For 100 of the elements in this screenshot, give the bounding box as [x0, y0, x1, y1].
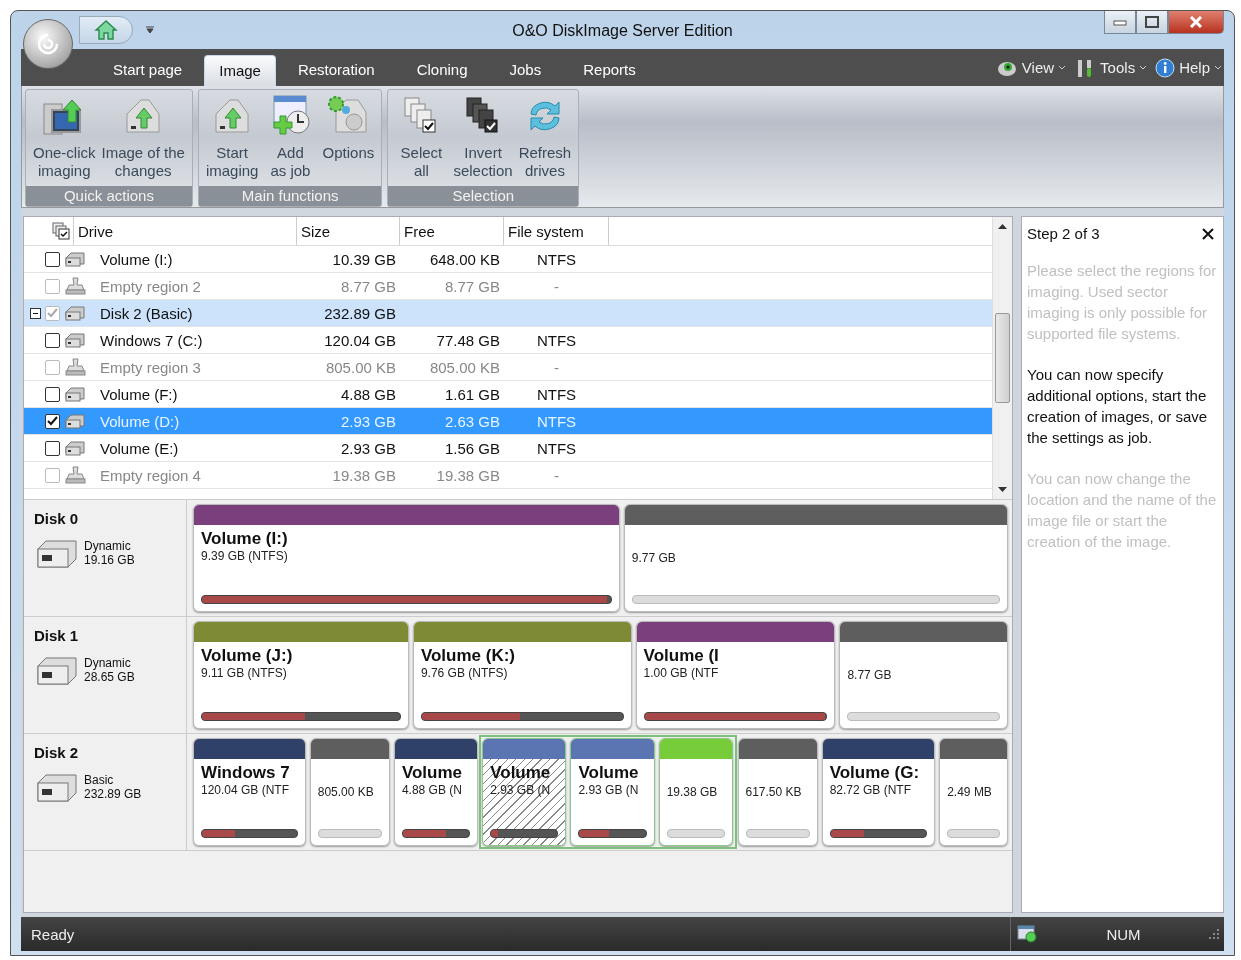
partition-card[interactable]: 617.50 KB [737, 738, 818, 846]
resize-grip-icon[interactable] [1208, 928, 1220, 940]
table-cell-text: NTFS [535, 385, 578, 403]
ribbon-tab[interactable]: Image [204, 55, 276, 86]
ribbon-tab[interactable]: Restoration [277, 55, 395, 85]
close-button[interactable] [1168, 11, 1224, 34]
partition-title: Volume (J:) [201, 646, 294, 666]
usage-bar [947, 829, 1000, 838]
step-title: Step 2 of 3 [1027, 225, 1100, 242]
disk-size: 232.89 GB [84, 787, 142, 801]
partition-title: Volume (G: [829, 763, 921, 783]
ribbon-button[interactable]: Select all [392, 92, 451, 186]
disk-name: Disk 2 [34, 744, 80, 761]
minimize-button[interactable] [1104, 11, 1136, 34]
checkbox[interactable] [45, 251, 60, 267]
ribbon-button[interactable]: Add as job [261, 92, 320, 186]
home-icon[interactable] [94, 19, 118, 41]
guide-text: You can now specify additional options, start the creation of images, or save the settings as job. [1027, 365, 1209, 448]
stamp-icon [64, 277, 86, 295]
ribbon-tab[interactable]: Jobs [489, 55, 562, 85]
ribbon-button[interactable]: Image of the changes [98, 92, 188, 186]
partition-info: 19.38 GB [666, 785, 719, 799]
table-cell-text: NTFS [535, 439, 578, 457]
table-row[interactable]: Volume (E:) 2.93 GB 1.56 GB NTFS [24, 435, 992, 462]
scrollbar-thumb[interactable] [995, 313, 1010, 403]
partition-card[interactable]: 19.38 GB [658, 738, 734, 846]
drive-icon [64, 331, 86, 349]
drive-name: Empty region 2 [100, 277, 202, 295]
ribbon-button[interactable]: Options [319, 92, 378, 186]
partition-card[interactable]: Volume (I 1.00 GB (NTF [635, 621, 836, 729]
table-cell-text: 2.63 GB [443, 412, 501, 430]
column-header[interactable]: Size [297, 217, 400, 245]
table-cell-text: - [553, 358, 560, 376]
select-columns-icon[interactable] [51, 221, 71, 241]
table-row[interactable]: Volume (I:) 10.39 GB 648.00 KB NTFS [24, 246, 992, 273]
drive-name: Empty region 3 [100, 358, 202, 376]
usage-bar [490, 829, 559, 838]
scroll-down-icon[interactable] [998, 487, 1007, 493]
partition-card[interactable]: Volume (I:) 9.39 GB (NTFS) [193, 504, 620, 612]
partition-title: Volume [578, 763, 640, 783]
partition-info: 2.93 GB (N [490, 783, 552, 797]
group-label: Main functions [198, 186, 382, 206]
ribbon-button[interactable]: Refresh drives [515, 92, 575, 186]
ribbon-button[interactable]: Start imaging [202, 92, 262, 186]
checkbox[interactable] [45, 413, 60, 429]
ribbon-tab[interactable]: Cloning [396, 55, 488, 85]
column-header[interactable]: Drive [74, 217, 297, 245]
menu-button[interactable]: View [995, 57, 1067, 78]
partition-card[interactable]: Windows 7 120.04 GB (NTF [193, 738, 306, 846]
ribbon-tab[interactable]: Start page [93, 55, 203, 85]
table-cell-text: 10.39 GB [331, 250, 397, 268]
partition-title: Volume [401, 763, 464, 783]
ribbon-button[interactable]: One-click imaging [30, 92, 99, 186]
table-cell-text: 805.00 KB [324, 358, 397, 376]
partition-card[interactable]: Volume 2.93 GB (N [482, 738, 567, 846]
drive-icon [64, 439, 86, 457]
partition-card[interactable]: Volume (K:) 9.76 GB (NTFS) [412, 621, 632, 729]
partition-card[interactable]: Volume (G: 82.72 GB (NTF [821, 738, 936, 846]
column-header[interactable]: File system [504, 217, 609, 245]
table-cell-text: NTFS [535, 412, 578, 430]
app-menu-orb[interactable] [23, 19, 73, 69]
scroll-up-icon[interactable] [998, 223, 1007, 229]
table-row[interactable]: Windows 7 (C:) 120.04 GB 77.48 GB NTFS [24, 327, 992, 354]
partition-card[interactable]: Volume 2.93 GB (N [570, 738, 655, 846]
checkbox[interactable] [45, 386, 60, 402]
group-label: Selection [388, 186, 579, 206]
partition-card[interactable]: Volume 4.88 GB (N [393, 738, 479, 846]
usage-bar [578, 829, 647, 838]
swirl-icon [35, 31, 61, 57]
partition-card[interactable]: 805.00 KB [309, 738, 390, 846]
table-cell-text: 805.00 KB [428, 358, 501, 376]
caret-icon [1058, 65, 1067, 70]
partition-title: Volume (K:) [420, 646, 516, 666]
scrollbar[interactable] [992, 217, 1012, 499]
partition-title: Volume (I:) [201, 529, 289, 549]
menu-button[interactable]: Help [1155, 57, 1222, 78]
guide-text: You can now change the location and the name of the image file or start the creation of the image. [1027, 469, 1218, 552]
partition-info: 9.77 GB [631, 551, 677, 565]
ribbon-button[interactable]: Invert selection [450, 92, 516, 186]
ribbon-tab[interactable]: Reports [563, 55, 656, 85]
menu-button[interactable]: Tools [1074, 57, 1148, 78]
partition-card[interactable]: 9.77 GB [623, 504, 1008, 612]
drive-name: Volume (D:) [100, 412, 181, 430]
stamp-icon [64, 358, 86, 376]
partition-info: 82.72 GB (NTF [829, 783, 912, 797]
checkbox[interactable] [45, 332, 60, 348]
partition-card[interactable]: 2.49 MB [939, 738, 1008, 846]
partition-card[interactable]: 8.77 GB [839, 621, 1009, 729]
checkbox[interactable] [45, 440, 60, 456]
drive-name: Volume (E:) [100, 439, 180, 457]
drive-icon [64, 304, 86, 322]
close-icon[interactable] [1202, 227, 1214, 240]
partition-card[interactable]: Volume (J:) 9.11 GB (NTFS) [193, 621, 409, 729]
drive-name: Empty region 4 [100, 466, 202, 484]
caret-icon[interactable] [145, 26, 155, 34]
maximize-icon [1145, 16, 1159, 28]
partition-title: Windows 7 [201, 763, 291, 783]
table-cell-text: 2.93 GB [339, 412, 397, 430]
column-header[interactable]: Free [400, 217, 504, 245]
maximize-button[interactable] [1136, 11, 1168, 34]
